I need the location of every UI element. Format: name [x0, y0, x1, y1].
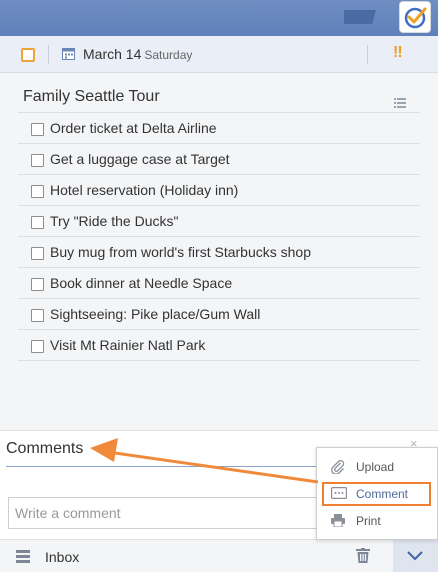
trash-icon[interactable] [356, 548, 370, 568]
task-checkbox[interactable] [21, 48, 35, 62]
item-checkbox[interactable] [31, 185, 44, 198]
checklist-item[interactable]: Get a luggage case at Target [18, 144, 420, 175]
comment-icon [331, 487, 348, 505]
menu-item-comment[interactable]: Comment [322, 482, 431, 506]
menu-item-label: Print [356, 514, 381, 528]
item-text[interactable]: Buy mug from world's first Starbucks sho… [50, 244, 311, 260]
comments-title: Comments [6, 440, 84, 457]
item-checkbox[interactable] [31, 123, 44, 136]
more-menu-popup: Upload Comment Print [316, 447, 438, 540]
task-detail-row: March 14 Saturday !! [0, 36, 438, 73]
due-weekday: Saturday [144, 48, 193, 62]
due-date[interactable]: March 14 Saturday [83, 46, 192, 62]
item-text[interactable]: Try "Ride the Ducks" [50, 213, 178, 229]
divider [367, 45, 368, 64]
printer-icon [331, 514, 345, 532]
due-date-text: March 14 [83, 46, 142, 62]
divider [48, 45, 49, 64]
menu-item-label: Comment [356, 487, 409, 501]
checklist-item[interactable]: Visit Mt Rainier Natl Park [18, 330, 420, 361]
checklist-item[interactable]: Try "Ride the Ducks" [18, 206, 420, 237]
list-menu-icon[interactable] [394, 95, 406, 113]
item-checkbox[interactable] [31, 309, 44, 322]
comment-input[interactable] [8, 497, 320, 529]
bottom-bar: Inbox [0, 539, 438, 572]
item-text[interactable]: Get a luggage case at Target [50, 151, 230, 167]
checklist-item[interactable]: Order ticket at Delta Airline [18, 113, 420, 144]
checklist-item[interactable]: Hotel reservation (Holiday inn) [18, 175, 420, 206]
checklist-item[interactable]: Book dinner at Needle Space [18, 268, 420, 299]
item-text[interactable]: Visit Mt Rainier Natl Park [50, 337, 205, 353]
task-panel: Family Seattle Tour Order ticket at Delt… [0, 73, 438, 430]
checklist-item[interactable]: Buy mug from world's first Starbucks sho… [18, 237, 420, 268]
app-logo-check-icon[interactable] [399, 1, 431, 33]
item-checkbox[interactable] [31, 216, 44, 229]
item-checkbox[interactable] [31, 247, 44, 260]
chevron-down-icon [407, 551, 423, 561]
item-text[interactable]: Hotel reservation (Holiday inn) [50, 182, 238, 198]
item-checkbox[interactable] [31, 154, 44, 167]
calendar-icon[interactable] [62, 47, 75, 65]
list-name[interactable]: Inbox [45, 549, 79, 565]
paperclip-icon [331, 460, 345, 479]
checklist: Order ticket at Delta Airline Get a lugg… [18, 113, 420, 361]
list-title[interactable]: Family Seattle Tour [23, 88, 160, 106]
menu-item-upload[interactable]: Upload [317, 455, 438, 479]
item-text[interactable]: Book dinner at Needle Space [50, 275, 232, 291]
item-text[interactable]: Sightseeing: Pike place/Gum Wall [50, 306, 260, 322]
item-checkbox[interactable] [31, 278, 44, 291]
more-menu-button[interactable] [393, 540, 438, 572]
menu-item-print[interactable]: Print [317, 509, 438, 533]
top-bar [0, 0, 438, 36]
menu-item-label: Upload [356, 460, 395, 474]
flag-icon[interactable] [344, 10, 376, 24]
checklist-item[interactable]: Sightseeing: Pike place/Gum Wall [18, 299, 420, 330]
item-text[interactable]: Order ticket at Delta Airline [50, 120, 217, 136]
priority-icon[interactable]: !! [393, 44, 403, 62]
inbox-icon [16, 550, 30, 568]
item-checkbox[interactable] [31, 340, 44, 353]
